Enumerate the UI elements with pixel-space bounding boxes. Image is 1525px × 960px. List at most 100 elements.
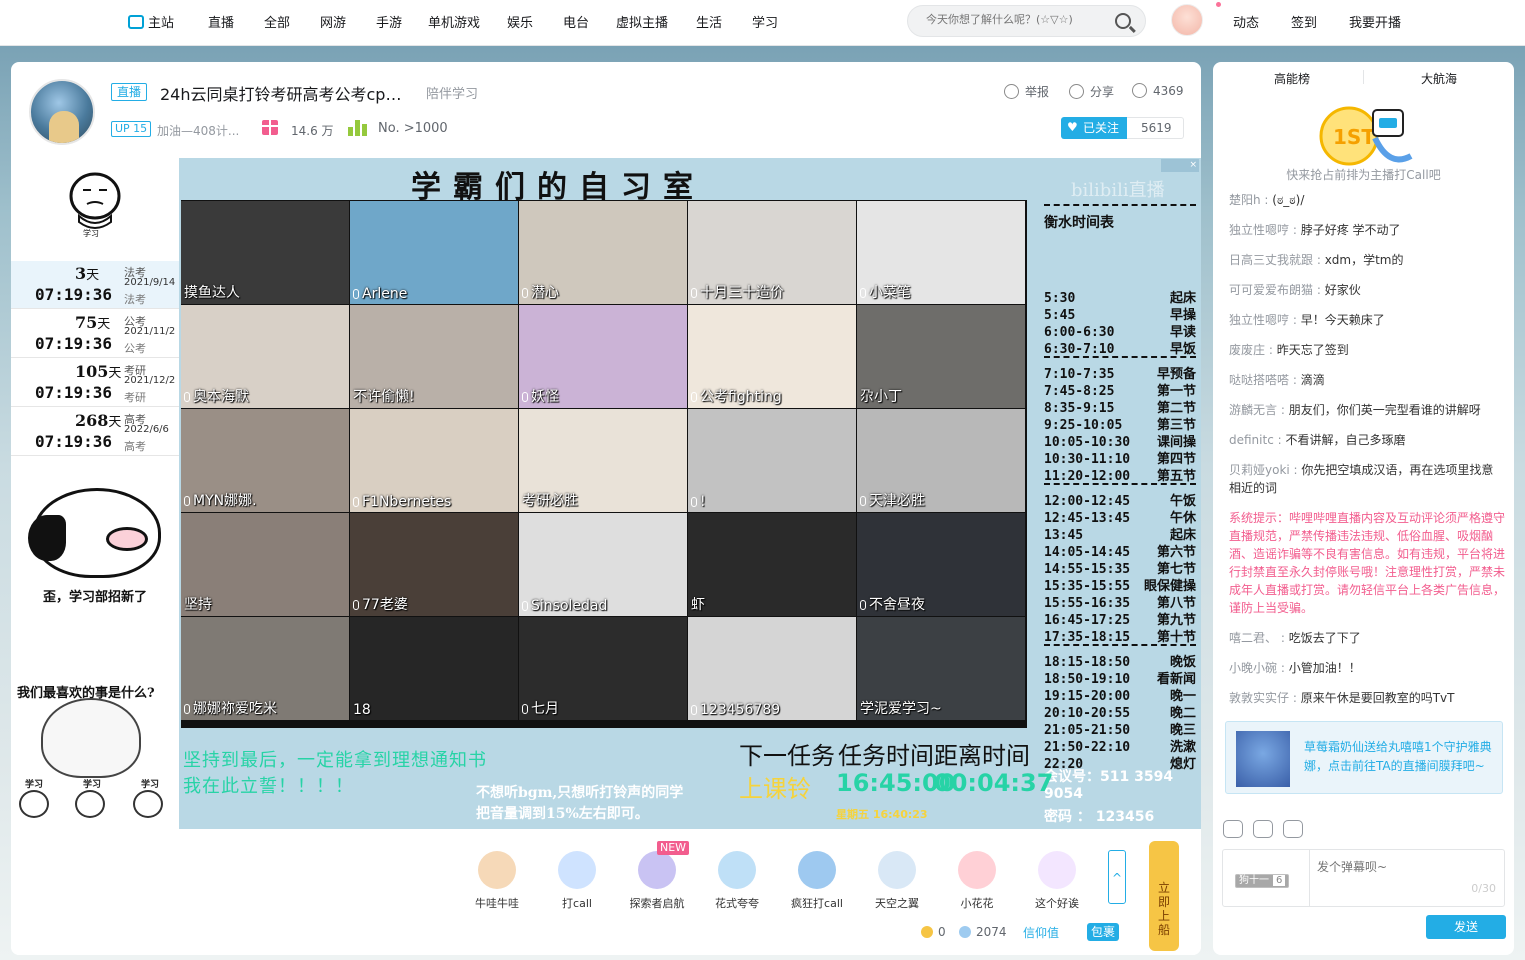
recruit-mascot-icon: [28, 488, 161, 578]
danmaku-user[interactable]: 独立性嗯哼: [1229, 313, 1289, 327]
gift-item[interactable]: 牛哇牛哇: [462, 851, 532, 911]
streamer-avatar[interactable]: [29, 79, 95, 145]
nav-item-online-games[interactable]: 网游: [320, 12, 346, 31]
danmaku-item[interactable]: 嘻二君、 : 吃饭去了下了: [1229, 629, 1505, 647]
backpack-button[interactable]: 包裹: [1087, 923, 1120, 941]
search-box[interactable]: [907, 5, 1146, 37]
video-cell: 妖怪: [519, 305, 687, 408]
player-card: 直播 24h云同桌打铃考研高考公考cpa... 陪伴学习 UP 15 加油—40…: [11, 62, 1201, 955]
emoji-icon[interactable]: [1223, 820, 1243, 838]
report-button[interactable]: 举报: [1004, 83, 1049, 100]
nav-home-link[interactable]: 主站: [128, 12, 174, 31]
timetable-activity: 午休: [1169, 511, 1196, 526]
fan-medal[interactable]: 狗十一 6: [1235, 874, 1290, 888]
send-button[interactable]: 发送: [1426, 915, 1506, 939]
danmaku-item[interactable]: 废废庄 : 昨天忘了签到: [1229, 341, 1505, 359]
gift-item[interactable]: 天空之翼: [862, 851, 932, 911]
danmaku-item[interactable]: 游麟无言 : 朋友们，你们英一完型看谁的讲解呀: [1229, 401, 1505, 419]
timetable-time: 13:45: [1044, 528, 1084, 543]
danmaku-user[interactable]: 日高三丈我就跟: [1229, 253, 1313, 267]
danmaku-user[interactable]: 敦敦实实仔: [1229, 691, 1289, 705]
danmaku-user[interactable]: 嘻二君、: [1229, 631, 1277, 645]
participant-name-text: 妖怪: [531, 389, 559, 405]
gift-item[interactable]: 探索者启航 NEW: [622, 841, 692, 911]
nav-start-live[interactable]: 我要开播: [1349, 12, 1401, 31]
countdown-date: 2021/11/2: [124, 326, 176, 337]
follow-button[interactable]: ♥ 已关注: [1061, 117, 1127, 139]
danmaku-item[interactable]: 贝莉娅yoki : 你先把空填成汉语，再在选项里找意相近的词: [1229, 461, 1505, 497]
gift-item[interactable]: 疯狂打call: [782, 851, 852, 911]
tab-high-energy[interactable]: 高能榜: [1274, 70, 1310, 87]
danmaku-item[interactable]: 哒哒搭嗒嗒 : 滴滴: [1229, 371, 1505, 389]
danmaku-user[interactable]: 楚阳h: [1229, 193, 1261, 207]
danmaku-user[interactable]: 小晚小碗: [1229, 661, 1277, 675]
danmaku-item[interactable]: 独立性嗯哼 : 早！今天赖床了: [1229, 311, 1505, 329]
participant-name-text: 十月三十造价: [700, 285, 784, 301]
nav-item-entertainment[interactable]: 娱乐: [507, 12, 533, 31]
search-input[interactable]: [926, 13, 1106, 26]
danmaku-user[interactable]: 可可爱爱布朗猫: [1229, 283, 1313, 297]
nav-item-vtuber[interactable]: 虚拟主播: [616, 12, 668, 31]
danmaku-user[interactable]: 游麟无言: [1229, 403, 1277, 417]
nav-item-life[interactable]: 生活: [696, 12, 722, 31]
gift-icon: [638, 851, 676, 889]
timetable-row: 7:10-7:35 早预备: [1044, 366, 1196, 383]
danmaku-input[interactable]: [1317, 860, 1497, 874]
gift-scroll-up-button[interactable]: ^: [1108, 850, 1126, 904]
video-cell: 七月: [519, 617, 687, 720]
ad-close-button[interactable]: ×: [1161, 159, 1199, 172]
gift-item[interactable]: 这个好诶: [1022, 851, 1092, 911]
participant-name-text: 天津必胜: [869, 493, 925, 509]
gift-item[interactable]: 小花花: [942, 851, 1012, 911]
danmaku-user[interactable]: 废废庄: [1229, 343, 1265, 357]
room-area-link[interactable]: 陪伴学习: [426, 83, 478, 102]
nav-checkin[interactable]: 签到: [1291, 12, 1317, 31]
nav-item-live[interactable]: 直播: [208, 12, 234, 31]
nav-item-console-games[interactable]: 单机游戏: [428, 12, 480, 31]
top-nav: 主站 直播 全部 网游 手游 单机游戏 娱乐 电台 虚拟主播 生活 学习 动态 …: [0, 0, 1525, 46]
danmaku-item[interactable]: 可可爱爱布朗猫 : 好家伙: [1229, 281, 1505, 299]
nav-dynamics[interactable]: 动态: [1233, 12, 1259, 31]
timetable-row: 6:00-6:30 早读: [1044, 324, 1196, 341]
up-name[interactable]: 加油—408计...: [157, 122, 242, 139]
tab-guard[interactable]: 大航海: [1421, 70, 1457, 87]
danmaku-user[interactable]: 哒哒搭嗒嗒: [1229, 373, 1289, 387]
danmaku-item[interactable]: 楚阳h : (ಠ_ಠ)/: [1229, 191, 1505, 209]
danmaku-user[interactable]: 独立性嗯哼: [1229, 223, 1289, 237]
danmaku-item[interactable]: definitc : 不看讲解，自己多琢磨: [1229, 431, 1505, 449]
gift-item[interactable]: 打call: [542, 851, 612, 911]
video-player[interactable]: 学习 3天 07:19:36 法考 2021/9/14 法考 75天 07:19…: [11, 158, 1201, 829]
search-icon[interactable]: [1115, 13, 1131, 29]
chat-tools: [1223, 820, 1303, 838]
danmaku-settings-icon[interactable]: [1283, 820, 1303, 838]
nav-item-radio[interactable]: 电台: [563, 12, 589, 31]
danmaku-item[interactable]: 小晚小碗 : 小管加油！！: [1229, 659, 1505, 677]
gear-icon[interactable]: [1253, 820, 1273, 838]
guard-notice-card[interactable]: 草莓霜奶仙送给丸嘻嘻1个守护雅典娜，点击前往TA的直播间膜拜吧~: [1225, 721, 1503, 794]
share-button[interactable]: 分享: [1069, 83, 1114, 100]
nav-item-study[interactable]: 学习: [752, 12, 778, 31]
high-energy-hint: 快来抢占前排为主播打Call吧: [1286, 168, 1441, 182]
danmaku-user[interactable]: 贝莉娅yoki: [1229, 463, 1290, 477]
danmaku-item[interactable]: 独立性嗯哼 : 脖子好疼 学不动了: [1229, 221, 1505, 239]
timetable-activity: 第七节: [1156, 562, 1196, 577]
danmaku-item[interactable]: 日高三丈我就跟 : xdm，学tm的: [1229, 251, 1505, 269]
gift-item[interactable]: 花式夸夸: [702, 851, 772, 911]
nav-item-all[interactable]: 全部: [264, 12, 290, 31]
rank-text[interactable]: No. >1000: [378, 121, 448, 136]
countdown-date: 2021/9/14: [124, 277, 176, 288]
user-avatar[interactable]: [1171, 4, 1203, 36]
recharge-link[interactable]: 信仰值: [1023, 924, 1059, 941]
study-face-icon: [75, 790, 105, 818]
danmaku-item[interactable]: 敦敦实实仔 : 原来午休是要回教室的吗TvT: [1229, 689, 1505, 707]
countdown-type: 高考: [124, 440, 146, 453]
participant-name-text: 奥本海默: [193, 389, 249, 405]
danmaku-separator: :: [1289, 691, 1301, 705]
heart-icon: ♥: [1067, 120, 1078, 134]
next-task-value: 上课铃: [739, 775, 811, 803]
rank-bars-icon: [348, 120, 368, 136]
nav-item-mobile-games[interactable]: 手游: [376, 12, 402, 31]
danmaku-user[interactable]: definitc: [1229, 433, 1274, 447]
timetable-activity: 看新闻: [1156, 672, 1196, 687]
danmaku-separator: :: [1289, 463, 1302, 477]
